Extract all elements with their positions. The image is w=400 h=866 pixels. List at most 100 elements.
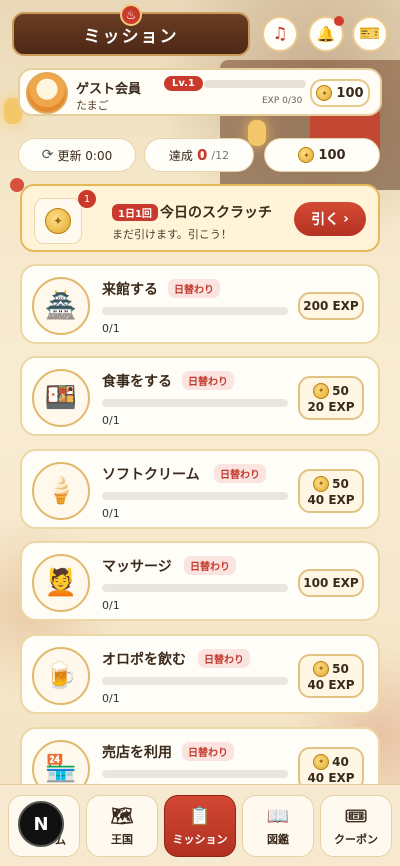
- achieved-label: 達成: [168, 148, 193, 163]
- user-profile-card[interactable]: ゲスト会員 たまご Lv.1 EXP 0/30 ✦ 100: [18, 68, 382, 116]
- achieved-value: 0: [196, 146, 208, 164]
- massage-icon: 💆: [32, 554, 90, 612]
- mission-card[interactable]: 🍱 食事をする 日替わり 0/1 ✦ 50 20 EXP: [20, 356, 380, 436]
- draw-button-label: 引く: [311, 212, 340, 228]
- refresh-icon: ⟳: [41, 147, 54, 163]
- reward-badge: ✦ 50 40 EXP: [298, 469, 364, 513]
- nav-mission[interactable]: 📋 ミッション: [164, 795, 236, 857]
- mission-progress-bar: [102, 770, 288, 778]
- reward-exp: 40 EXP: [307, 677, 355, 692]
- mission-progress: 0/1: [102, 322, 120, 335]
- mission-card[interactable]: 💆 マッサージ 日替わり 0/1 100 EXP: [20, 541, 380, 621]
- map-icon: 🗺: [110, 805, 134, 827]
- coupon-icon: 🎟: [344, 805, 368, 827]
- soft-serve-icon: 🍦: [32, 462, 90, 520]
- notification-dot: [334, 16, 344, 26]
- coin-icon: ✦: [313, 382, 330, 399]
- coin-icon: ✦: [298, 147, 315, 163]
- daily-tag: 日替わり: [182, 371, 234, 390]
- nav-kingdom-label: 王国: [111, 832, 133, 846]
- mission-progress-bar: [102, 399, 288, 407]
- level-badge: Lv.1: [164, 76, 203, 91]
- mission-title: ソフトクリーム: [102, 467, 200, 483]
- daily-tag: 日替わり: [182, 742, 234, 761]
- bell-icon[interactable]: 🔔: [308, 16, 344, 52]
- hot-spring-icon: ♨: [120, 4, 142, 26]
- scratch-title: 今日のスクラッチ: [160, 205, 272, 221]
- mission-card[interactable]: 🍦 ソフトクリーム 日替わり 0/1 ✦ 50 40 EXP: [20, 449, 380, 529]
- nav-encyclopedia-label: 図鑑: [267, 832, 289, 846]
- reward-exp: 40 EXP: [307, 770, 355, 785]
- mission-card[interactable]: 🏯 来館する 日替わり 0/1 200 EXP: [20, 264, 380, 344]
- mission-progress: 0/1: [102, 599, 120, 612]
- avatar: [26, 72, 68, 114]
- refresh-timer: ⟳ 更新 0:00: [18, 138, 136, 172]
- mission-title: マッサージ: [102, 559, 172, 575]
- book-icon: 📖: [266, 805, 290, 827]
- daily-scratch-banner[interactable]: ✦ 1 1日1回 今日のスクラッチ まだ引けます。引こう！ 引く ›: [20, 184, 380, 252]
- music-icon[interactable]: ♫: [262, 16, 298, 52]
- scratch-subtitle: まだ引けます。引こう！: [112, 228, 232, 241]
- user-name: ゲスト会員: [76, 82, 142, 97]
- achieved-total: /12: [211, 148, 230, 162]
- lantern-decoration: [248, 120, 266, 146]
- daily-tag: 日替わり: [214, 464, 266, 483]
- nav-encyclopedia[interactable]: 📖 図鑑: [242, 795, 314, 857]
- coin-balance: ✦ 100: [310, 79, 370, 107]
- reward-badge: 200 EXP: [298, 292, 364, 320]
- coin-icon: ✦: [313, 475, 330, 492]
- clipboard-icon: 📋: [188, 805, 212, 827]
- reward-badge: ✦ 50 20 EXP: [298, 376, 364, 420]
- reward-exp: 20 EXP: [307, 399, 355, 414]
- bottom-navigation: ム N 🗺 王国 📋 ミッション 📖 図鑑 🎟 クーポン: [0, 784, 400, 866]
- mission-title: オロポを飲む: [102, 652, 186, 668]
- coin-icon: ✦: [316, 85, 333, 101]
- bath-house-icon: 🏯: [32, 277, 90, 335]
- reward-coins: 50: [332, 661, 349, 676]
- mission-progress-bar: [102, 492, 288, 500]
- reward-coins: 50: [332, 383, 349, 398]
- coin-counter: ✦ 100: [264, 138, 380, 172]
- daily-tag: 日替わり: [184, 556, 236, 575]
- page-header: ♨ ミッション: [12, 4, 250, 56]
- daily-tag: 日替わり: [168, 279, 220, 298]
- nav-coupon-label: クーポン: [334, 832, 378, 846]
- app-avatar-icon[interactable]: N: [18, 801, 64, 847]
- coin-counter-value: 100: [318, 147, 346, 163]
- reward-coins: 40: [332, 754, 349, 769]
- reward-exp: 40 EXP: [307, 492, 355, 507]
- nav-coupon[interactable]: 🎟 クーポン: [320, 795, 392, 857]
- mission-title: 食事をする: [102, 374, 172, 390]
- chevron-right-icon: ›: [343, 211, 349, 227]
- mission-progress: 0/1: [102, 414, 120, 427]
- scratch-coin-icon: ✦: [34, 198, 82, 244]
- mission-progress-bar: [102, 307, 288, 315]
- daily-tag: 日替わり: [198, 649, 250, 668]
- achievement-counter: 達成 0 /12: [144, 138, 254, 172]
- mission-title: 来館する: [102, 282, 158, 298]
- meal-icon: 🍱: [32, 369, 90, 427]
- coin-icon: ✦: [313, 660, 330, 677]
- beer-mug-icon: 🍺: [32, 647, 90, 705]
- reward-coins: 50: [332, 476, 349, 491]
- mission-title: 売店を利用: [102, 745, 172, 761]
- mission-progress-bar: [102, 584, 288, 592]
- reward-badge: 100 EXP: [298, 569, 364, 597]
- coin-amount: 100: [336, 85, 364, 101]
- coin-icon: ✦: [313, 753, 330, 770]
- exp-text: EXP 0/30: [262, 96, 303, 106]
- refresh-label: 更新 0:00: [57, 148, 113, 163]
- scratch-count-badge: 1: [78, 190, 96, 208]
- mission-card[interactable]: 🍺 オロポを飲む 日替わり 0/1 ✦ 50 40 EXP: [20, 634, 380, 714]
- mission-progress: 0/1: [102, 507, 120, 520]
- mission-progress: 0/1: [102, 692, 120, 705]
- exp-progress-bar: [204, 80, 306, 88]
- reward-exp: 200 EXP: [303, 299, 359, 313]
- once-per-day-tag: 1日1回: [112, 204, 158, 221]
- reward-badge: ✦ 50 40 EXP: [298, 654, 364, 698]
- user-rank: たまご: [76, 99, 109, 112]
- ticket-icon[interactable]: 🎫: [352, 16, 388, 52]
- reward-exp: 100 EXP: [303, 576, 359, 590]
- draw-button[interactable]: 引く ›: [294, 202, 366, 236]
- nav-kingdom[interactable]: 🗺 王国: [86, 795, 158, 857]
